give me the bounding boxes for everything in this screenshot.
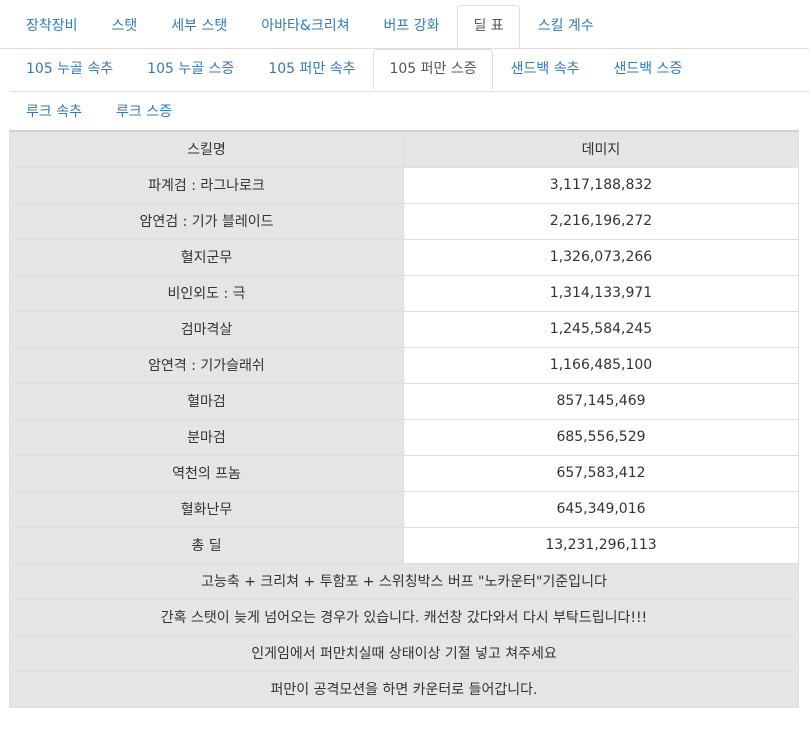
skill-name-cell: 역천의 프놈 [9,454,404,492]
skill-name-cell: 검마격살 [9,310,404,348]
skill-name-cell: 분마검 [9,418,404,456]
main-tab-bar: 장착장비 스탯 세부 스탯 아바타&크리쳐 버프 강화 딜 표 스킬 계수 [0,0,809,49]
tab-sub-5[interactable]: 샌드백 스증 [597,49,698,90]
table-row: 혈마검 857,145,469 [9,382,799,420]
damage-cell: 1,166,485,100 [403,346,799,384]
tab-top-0[interactable]: 장착장비 [10,5,94,48]
note-cell: 퍼만이 공격모션을 하면 카운터로 들어갑니다. [9,670,799,708]
table-row: 총 딜 13,231,296,113 [9,526,799,564]
tab-sub-0[interactable]: 105 누골 속추 [10,49,129,90]
damage-cell: 685,556,529 [403,418,799,456]
table-row: 파계검 : 라그나로크 3,117,188,832 [9,166,799,204]
damage-cell: 1,245,584,245 [403,310,799,348]
tab-sub-1[interactable]: 105 누골 스증 [131,49,250,90]
damage-cell: 2,216,196,272 [403,202,799,240]
sub-tab-bar: 105 누골 속추 105 누골 스증 105 퍼만 속추 105 퍼만 스증 샌드백 … [0,49,809,132]
tab-sub-6[interactable]: 루크 속추 [10,92,98,133]
note-row: 고능축 + 크리쳐 + 투함포 + 스위칭박스 버프 "노카운터"기준입니다 [9,562,799,600]
skill-name-header: 스킬명 [9,130,404,168]
table-row: 분마검 685,556,529 [9,418,799,456]
tab-top-1[interactable]: 스탯 [96,5,154,48]
skill-name-cell: 혈지군무 [9,238,404,276]
table-row: 암연격 : 기가슬래쉬 1,166,485,100 [9,346,799,384]
damage-cell: 1,314,133,971 [403,274,799,312]
tab-top-4[interactable]: 버프 강화 [367,5,455,48]
skill-name-cell: 혈화난무 [9,490,404,528]
table-row: 암연검 : 기가 블레이드 2,216,196,272 [9,202,799,240]
skill-name-cell: 비인외도 : 극 [9,274,404,312]
skill-name-cell: 파계검 : 라그나로크 [9,166,404,204]
table-row: 혈화난무 645,349,016 [9,490,799,528]
damage-cell: 645,349,016 [403,490,799,528]
skill-name-cell: 암연검 : 기가 블레이드 [9,202,404,240]
table-row: 비인외도 : 극 1,314,133,971 [9,274,799,312]
table-row: 검마격살 1,245,584,245 [9,310,799,348]
note-row: 간혹 스탯이 늦게 넘어오는 경우가 있습니다. 캐선창 갔다와서 다시 부탁드… [9,598,799,636]
table-row: 역천의 프놈 657,583,412 [9,454,799,492]
damage-cell: 13,231,296,113 [403,526,799,564]
tab-top-2[interactable]: 세부 스탯 [155,5,243,48]
skill-name-cell: 암연격 : 기가슬래쉬 [9,346,404,384]
table-row: 혈지군무 1,326,073,266 [9,238,799,276]
note-cell: 고능축 + 크리쳐 + 투함포 + 스위칭박스 버프 "노카운터"기준입니다 [9,562,799,600]
tab-sub-2[interactable]: 105 퍼만 속추 [252,49,371,90]
tab-sub-3[interactable]: 105 퍼만 스증 [373,49,493,90]
sub-tab-row-2: 루크 속추 루크 스증 [10,92,809,132]
damage-cell: 657,583,412 [403,454,799,492]
note-cell: 인게임에서 퍼만치실때 상태이상 기절 넣고 쳐주세요 [9,634,799,672]
note-cell: 간혹 스탯이 늦게 넘어오는 경우가 있습니다. 캐선창 갔다와서 다시 부탁드… [9,598,799,636]
note-row: 인게임에서 퍼만치실때 상태이상 기절 넣고 쳐주세요 [9,634,799,672]
damage-cell: 3,117,188,832 [403,166,799,204]
note-row: 퍼만이 공격모션을 하면 카운터로 들어갑니다. [9,670,799,708]
tab-top-3[interactable]: 아바타&크리쳐 [245,5,365,48]
damage-cell: 857,145,469 [403,382,799,420]
tab-top-5[interactable]: 딜 표 [457,5,520,48]
damage-cell: 1,326,073,266 [403,238,799,276]
tab-top-6[interactable]: 스킬 계수 [522,5,610,48]
damage-header: 데미지 [403,130,799,168]
table-header-row: 스킬명 데미지 [9,130,799,168]
damage-table-body: 파계검 : 라그나로크 3,117,188,832 암연검 : 기가 블레이드 2,2… [9,166,799,708]
tab-sub-4[interactable]: 샌드백 속추 [495,49,596,90]
damage-table: 스킬명 데미지 파계검 : 라그나로크 3,117,188,832 암연검 : 기가… [9,130,799,708]
tab-sub-7[interactable]: 루크 스증 [100,92,188,133]
skill-name-cell: 혈마검 [9,382,404,420]
skill-name-cell: 총 딜 [9,526,404,564]
sub-tab-row-1: 105 누골 속추 105 누골 스증 105 퍼만 속추 105 퍼만 스증 샌드백 … [10,49,809,92]
